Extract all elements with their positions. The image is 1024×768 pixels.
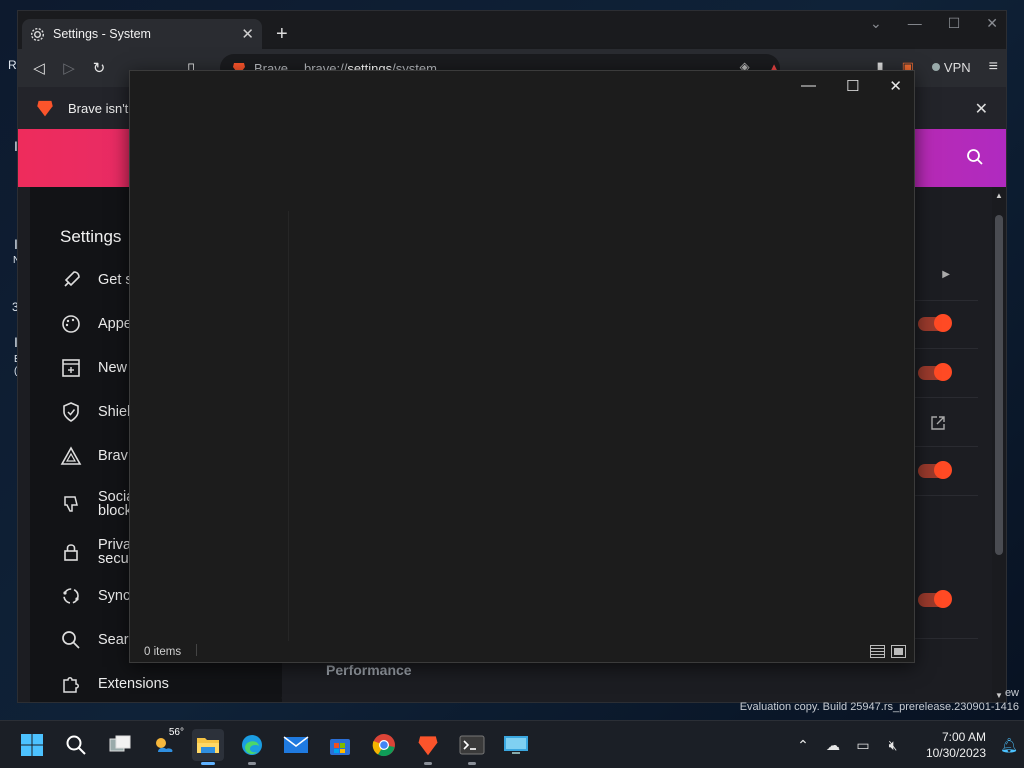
system-tray: ⌃ ☁ ▭ 🔇︎ 7:00 AM 10/30/2023 🔔︎	[788, 721, 1024, 768]
weather-temperature: 56°	[168, 727, 184, 738]
taskbar-brave[interactable]	[412, 729, 444, 765]
new-tab-button[interactable]: +	[276, 23, 288, 46]
notification-bell-icon[interactable]: 🔔︎	[994, 737, 1024, 754]
evaluation-watermark: Evaluation copy. Build 25947.rs_prerelea…	[739, 701, 1019, 713]
clock-time: 7:00 AM	[941, 730, 986, 744]
brave-icon	[418, 736, 438, 756]
external-link-icon	[931, 416, 945, 430]
performance-heading: Performance	[326, 662, 412, 678]
taskbar-file-explorer[interactable]	[192, 729, 224, 765]
vpn-button[interactable]: VPN	[931, 60, 971, 75]
scroll-thumb[interactable]	[995, 215, 1003, 555]
maximize-button[interactable]: ☐	[846, 77, 859, 95]
details-view-icon[interactable]	[870, 645, 885, 658]
show-hidden-icons-chevron-icon[interactable]: ⌃	[788, 737, 818, 754]
setting-toggle[interactable]	[918, 590, 952, 608]
vpn-status-icon	[931, 63, 940, 71]
folder-icon	[197, 738, 219, 753]
brave-lion-icon	[37, 100, 53, 117]
lock-icon	[64, 544, 78, 561]
taskbar-terminal[interactable]	[456, 729, 488, 765]
network-icon[interactable]: ▭	[848, 737, 878, 754]
minimize-button[interactable]: —	[908, 15, 922, 32]
taskbar-search-button[interactable]	[60, 729, 92, 761]
gear-icon	[30, 27, 45, 41]
sidebar-item-label: Extensions	[98, 676, 169, 692]
windows-logo-icon	[21, 734, 43, 756]
chrome-icon	[372, 734, 395, 757]
search-icon[interactable]	[966, 148, 984, 166]
status-item-count: 0 items	[144, 646, 182, 658]
scroll-up-arrow[interactable]: ▲	[995, 191, 1003, 200]
running-indicator	[468, 762, 476, 765]
rocket-icon	[64, 271, 80, 287]
task-view-button[interactable]	[104, 729, 136, 761]
view-buttons	[870, 645, 906, 658]
minimize-button[interactable]: —	[801, 77, 816, 95]
status-separator	[196, 644, 197, 656]
onedrive-icon[interactable]: ☁	[818, 737, 848, 754]
setting-toggle[interactable]	[918, 461, 952, 479]
edge-icon	[242, 735, 262, 755]
tab-title: Settings - System	[53, 27, 151, 41]
navigation-pane-divider[interactable]	[288, 211, 289, 641]
taskbar-edge[interactable]	[236, 729, 268, 765]
running-indicator	[424, 762, 432, 765]
close-infobar-icon[interactable]: ✕	[975, 99, 988, 119]
sidebar-item-extensions[interactable]: Extensions	[60, 673, 208, 695]
running-indicator	[248, 762, 256, 765]
scroll-down-arrow[interactable]: ▼	[995, 691, 1003, 700]
taskbar-chrome[interactable]	[368, 729, 400, 761]
window-controls: ⌄ — ☐ ✕	[870, 15, 998, 32]
maximize-button[interactable]: ☐	[948, 15, 961, 32]
tab-settings-system[interactable]: Settings - System ✕	[22, 19, 262, 49]
close-tab-icon[interactable]: ✕	[241, 25, 254, 43]
desktop-fragment: ew	[1004, 687, 1019, 699]
clock[interactable]: 7:00 AM 10/30/2023	[908, 729, 994, 761]
tab-search-icon[interactable]: ⌄	[870, 15, 882, 32]
search-icon	[62, 631, 80, 649]
shield-icon	[63, 402, 79, 422]
terminal-icon	[459, 735, 485, 755]
chevron-right-icon: ▶	[942, 269, 950, 280]
desktop-fragment-r: R	[8, 58, 17, 72]
large-icons-view-icon[interactable]	[891, 645, 906, 658]
store-icon	[330, 739, 350, 755]
task-view-icon	[109, 735, 131, 752]
menu-icon[interactable]: ≡	[989, 58, 998, 76]
new-tab-icon	[62, 359, 80, 377]
remote-desktop-icon	[504, 736, 528, 754]
page-title: Settings	[60, 227, 122, 246]
thumbs-down-icon	[64, 496, 78, 512]
close-window-button[interactable]: ✕	[986, 15, 998, 32]
settings-scrollbar[interactable]: ▲ ▼	[992, 187, 1006, 702]
start-button[interactable]	[16, 729, 48, 761]
brave-triangle-icon	[60, 446, 82, 465]
clock-date: 10/30/2023	[925, 746, 986, 760]
setting-toggle[interactable]	[918, 314, 952, 332]
forward-button[interactable]: ▷	[54, 59, 84, 77]
setting-toggle[interactable]	[918, 363, 952, 381]
active-indicator	[201, 762, 215, 765]
taskbar-store[interactable]	[324, 729, 356, 761]
volume-muted-icon[interactable]: 🔇︎	[878, 737, 908, 754]
puzzle-icon	[63, 677, 79, 693]
weather-widget[interactable]: 56°	[148, 727, 184, 761]
palette-icon	[62, 315, 80, 333]
explorer-window-controls: — ☐ ✕	[801, 77, 902, 95]
taskbar: 56° ⌃ ☁ ▭ 🔇︎ 7:00 AM 10/30/2023 🔔︎	[0, 720, 1024, 768]
tab-strip: Settings - System ✕ + ⌄ — ☐ ✕	[18, 11, 1006, 49]
file-explorer-window: — ☐ ✕ 0 items	[129, 70, 915, 663]
reload-button[interactable]: ↻	[84, 59, 114, 77]
mail-icon	[283, 736, 309, 753]
taskbar-mail[interactable]	[280, 729, 312, 761]
close-button[interactable]: ✕	[889, 77, 902, 95]
back-button[interactable]: ◁	[24, 59, 54, 77]
sync-icon	[63, 588, 79, 604]
taskbar-remote-desktop[interactable]	[500, 729, 532, 761]
search-icon	[66, 735, 86, 755]
infobar-message: Brave isn't	[68, 100, 129, 116]
